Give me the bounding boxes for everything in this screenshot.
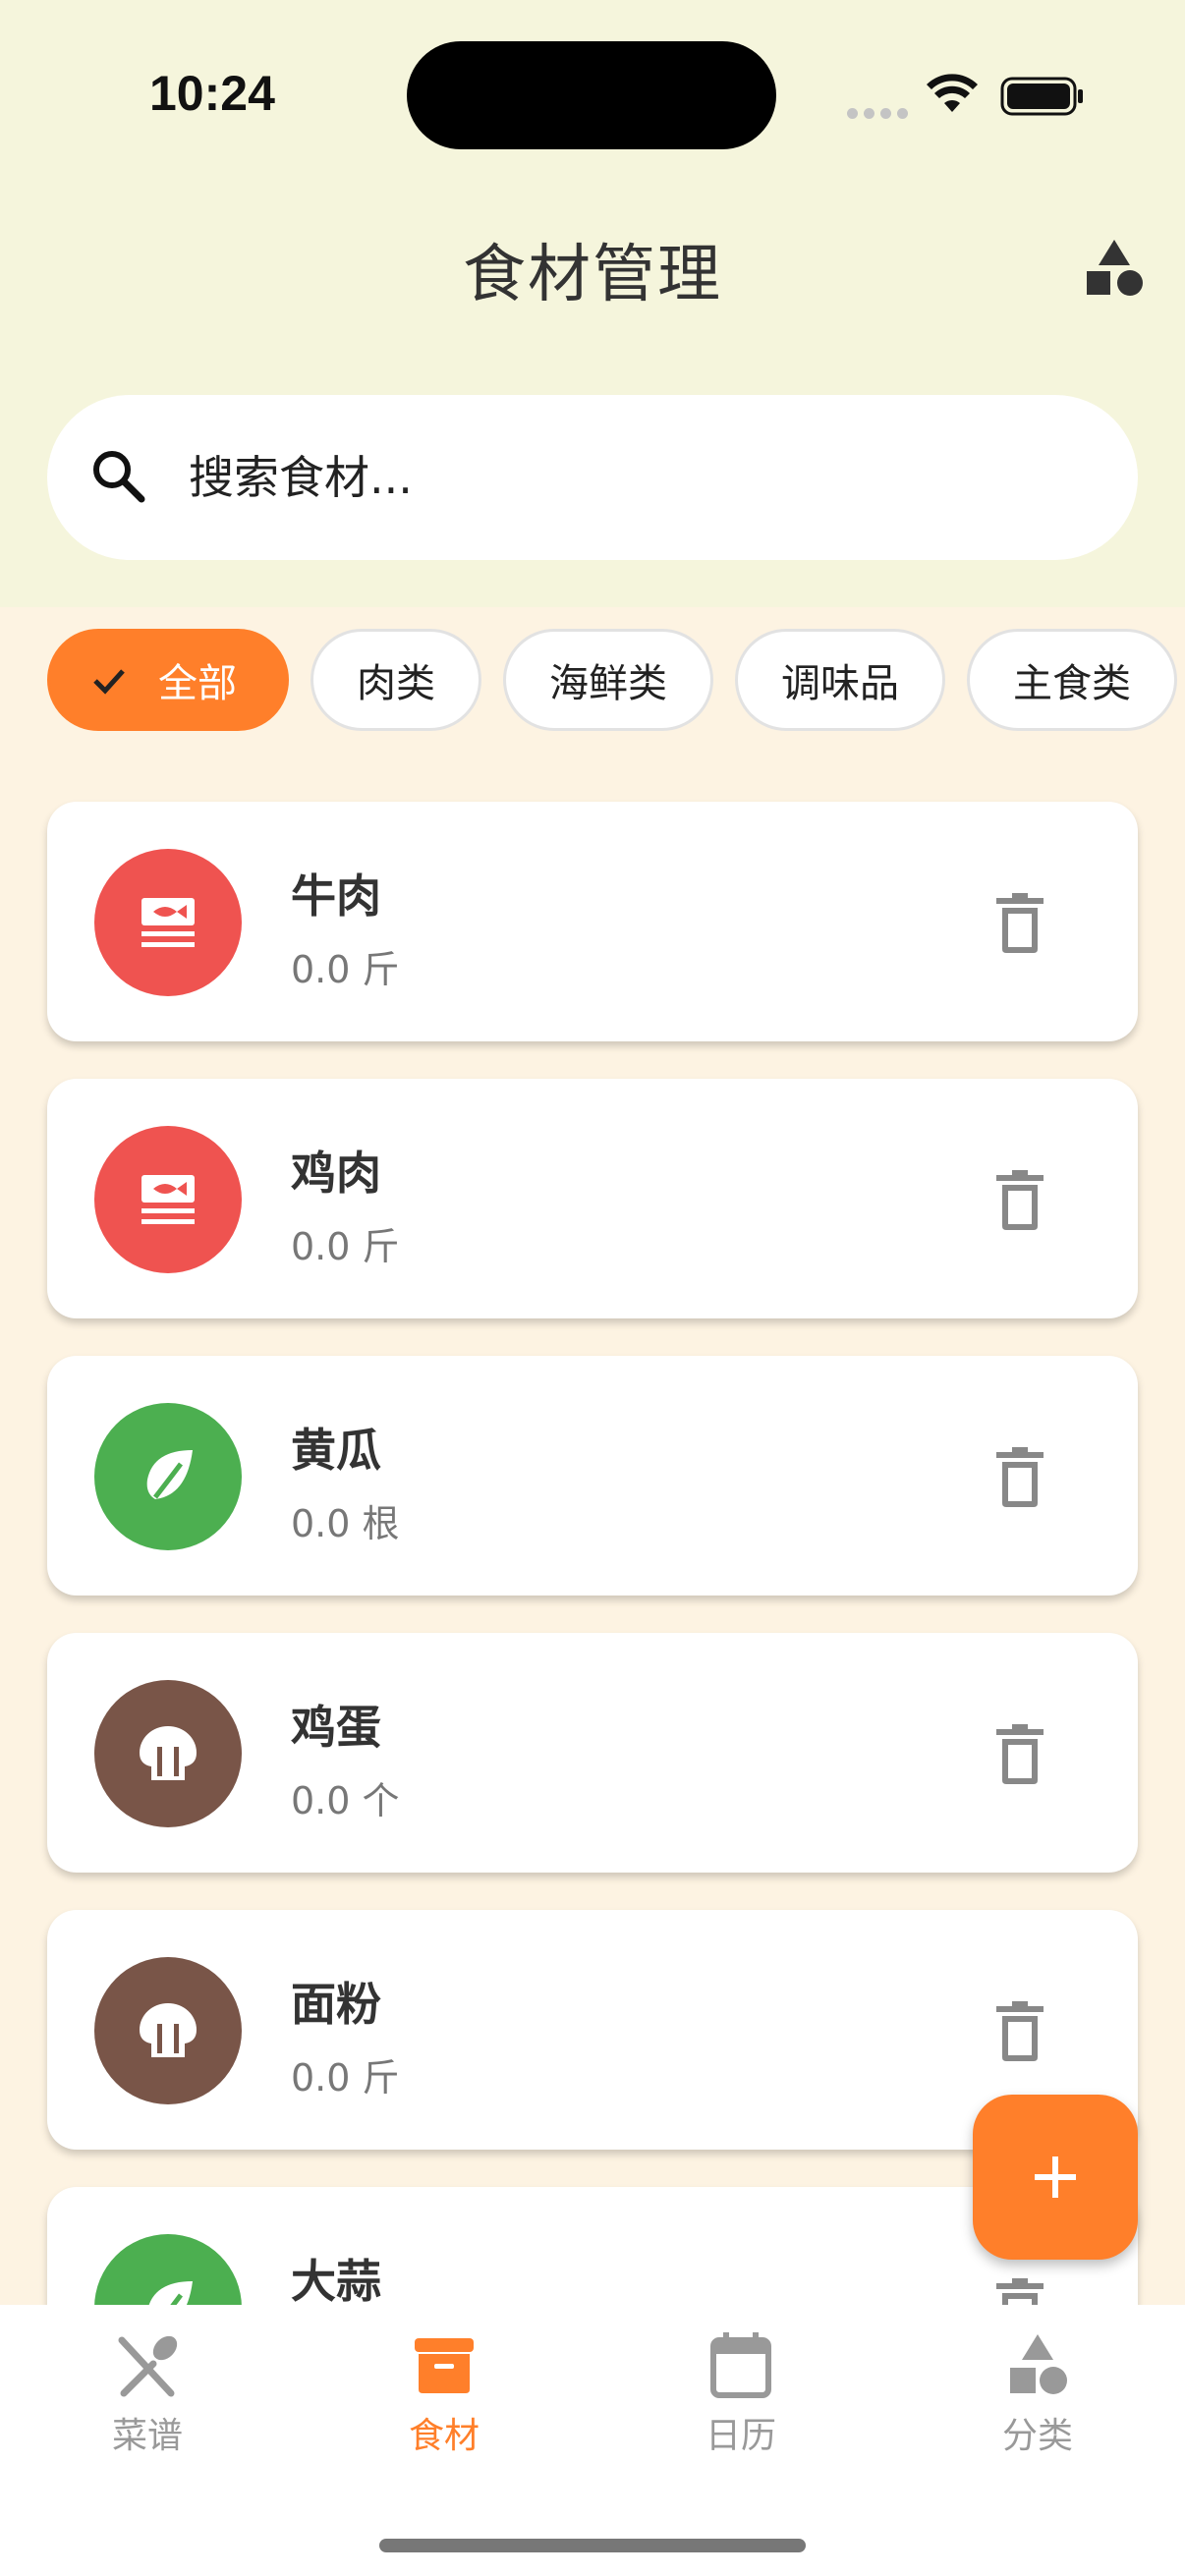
delete-icon[interactable] xyxy=(990,1446,1049,1509)
chip-meat[interactable]: 肉类 xyxy=(310,629,481,731)
search-bar[interactable] xyxy=(47,395,1138,560)
meat-icon xyxy=(94,1126,242,1273)
ingredient-card[interactable]: 黄瓜 0.0 根 xyxy=(47,1356,1138,1596)
nav-label: 菜谱 xyxy=(111,2416,183,2456)
battery-icon xyxy=(1000,77,1083,116)
cellular-signal-icon xyxy=(847,104,914,123)
ingredient-name: 鸡蛋 xyxy=(291,1701,381,1754)
category-shapes-icon xyxy=(1010,2334,1067,2394)
ingredient-card[interactable]: 鸡蛋 0.0 个 xyxy=(47,1633,1138,1873)
dynamic-island xyxy=(407,41,776,149)
ingredient-name: 鸡肉 xyxy=(291,1147,381,1200)
ingredient-quantity: 0.0 斤 xyxy=(291,1225,400,1268)
staple-icon xyxy=(94,1957,242,2104)
chip-all[interactable]: 全部 xyxy=(47,629,289,731)
ingredient-quantity: 0.0 个 xyxy=(291,1779,400,1822)
ingredient-name: 大蒜 xyxy=(291,2255,381,2308)
category-shapes-icon[interactable] xyxy=(1083,236,1146,299)
chip-label: 肉类 xyxy=(357,661,435,706)
wifi-icon xyxy=(927,74,978,112)
staple-icon xyxy=(94,1680,242,1827)
home-indicator xyxy=(379,2539,806,2552)
ingredient-name: 牛肉 xyxy=(291,869,381,923)
chip-staple[interactable]: 主食类 xyxy=(967,629,1177,731)
meat-icon xyxy=(94,849,242,996)
chip-label: 海鲜类 xyxy=(549,661,667,706)
nav-label: 日历 xyxy=(705,2416,776,2456)
nav-label: 食材 xyxy=(408,2416,480,2456)
chip-seasoning[interactable]: 调味品 xyxy=(735,629,945,731)
utensils-icon xyxy=(118,2335,178,2397)
ingredient-name: 黄瓜 xyxy=(291,1424,381,1477)
delete-icon[interactable] xyxy=(990,892,1049,955)
chip-label: 调味品 xyxy=(781,661,899,706)
search-icon xyxy=(93,451,145,503)
app-header: 10:24 食材管理 xyxy=(0,0,1185,607)
nav-label: 分类 xyxy=(1001,2416,1073,2456)
ingredient-quantity: 0.0 斤 xyxy=(291,2056,400,2100)
nav-tab-ingredients[interactable]: 食材 xyxy=(346,2330,542,2468)
nav-tab-categories[interactable]: 分类 xyxy=(939,2330,1136,2468)
inventory-box-icon xyxy=(415,2338,474,2393)
ingredient-name: 面粉 xyxy=(291,1978,381,2031)
chip-label: 全部 xyxy=(158,661,237,706)
chip-seafood[interactable]: 海鲜类 xyxy=(503,629,713,731)
status-indicators xyxy=(847,69,1083,124)
category-filter-chips: 全部 肉类 海鲜类 调味品 主食类 xyxy=(47,629,1185,733)
status-time: 10:24 xyxy=(149,66,275,121)
search-input[interactable] xyxy=(189,395,1073,560)
nav-tab-recipes[interactable]: 菜谱 xyxy=(49,2330,246,2468)
ingredient-card[interactable]: 牛肉 0.0 斤 xyxy=(47,802,1138,1041)
page-title: 食材管理 xyxy=(463,239,722,311)
leaf-icon xyxy=(94,1403,242,1550)
ingredient-quantity: 0.0 根 xyxy=(291,1502,400,1545)
calendar-icon xyxy=(710,2332,771,2398)
delete-icon[interactable] xyxy=(990,1723,1049,1786)
delete-icon[interactable] xyxy=(990,1169,1049,1232)
plus-icon xyxy=(1035,2156,1076,2198)
bottom-navigation: 菜谱 食材 日历 分类 xyxy=(0,2305,1185,2576)
ingredient-quantity: 0.0 斤 xyxy=(291,948,400,991)
ingredient-card[interactable]: 面粉 0.0 斤 xyxy=(47,1910,1138,2150)
add-ingredient-button[interactable] xyxy=(973,2095,1138,2260)
check-icon xyxy=(93,669,125,695)
ingredient-card[interactable]: 鸡肉 0.0 斤 xyxy=(47,1079,1138,1318)
nav-tab-calendar[interactable]: 日历 xyxy=(643,2330,839,2468)
delete-icon[interactable] xyxy=(990,2000,1049,2063)
chip-label: 主食类 xyxy=(1013,661,1131,706)
